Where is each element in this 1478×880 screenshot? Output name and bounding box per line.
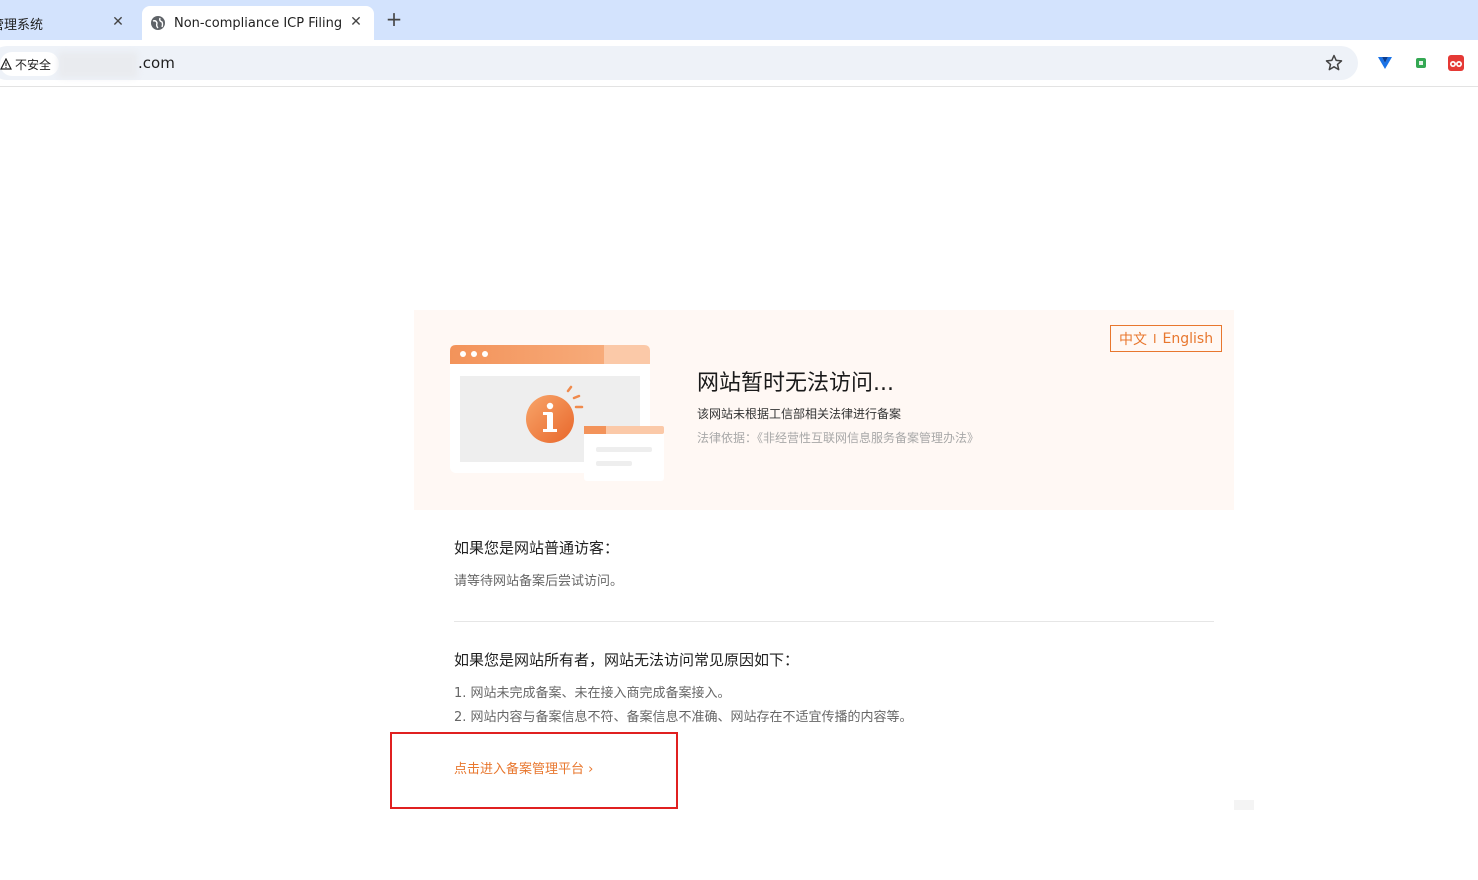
visitor-text: 请等待网站备案后尝试访问。	[454, 574, 624, 589]
extension-icon[interactable]	[1376, 54, 1394, 72]
decorative-mark	[1234, 800, 1254, 810]
extension-icon[interactable]	[1447, 54, 1465, 72]
browser-toolbar: 不安全 .com	[0, 40, 1478, 87]
new-tab-button[interactable]: +	[384, 9, 404, 30]
globe-icon	[150, 15, 166, 31]
star-icon[interactable]	[1324, 53, 1344, 73]
redacted-hostname	[58, 52, 138, 78]
security-indicator[interactable]: 不安全	[0, 52, 60, 76]
warning-icon	[0, 58, 12, 70]
notice-banner: 中文 I English 网站暂时无法访问... 该网站未根据工信部相关法律进行…	[414, 310, 1234, 510]
close-icon[interactable]: ✕	[348, 14, 364, 30]
page-title: 网站暂时无法访问...	[697, 371, 894, 396]
tab-non-compliance-icp-filing[interactable]: Non-compliance ICP Filing ✕	[142, 6, 374, 40]
tab-strip: 管理系统 ✕ Non-compliance ICP Filing ✕ +	[0, 0, 1478, 40]
language-switch[interactable]: 中文 I English	[1110, 325, 1223, 352]
lang-zh-option[interactable]: 中文	[1119, 329, 1147, 349]
url-text[interactable]: .com	[138, 54, 175, 72]
info-window-illustration	[450, 345, 664, 481]
lang-separator: I	[1153, 331, 1157, 346]
address-bar[interactable]	[0, 46, 1358, 80]
banner-description: 该网站未根据工信部相关法律进行备案	[697, 407, 902, 421]
tab-title: 管理系统	[0, 17, 44, 33]
extension-icon[interactable]	[1412, 54, 1430, 72]
tab-management-system[interactable]: 管理系统 ✕	[0, 6, 136, 40]
highlight-annotation-box	[390, 732, 678, 809]
reason-item-2: 2. 网站内容与备案信息不符、备案信息不准确、网站存在不适宜传播的内容等。	[454, 710, 913, 725]
close-icon[interactable]: ✕	[110, 14, 126, 30]
divider	[454, 621, 1214, 622]
security-label: 不安全	[15, 57, 52, 72]
reason-item-1: 1. 网站未完成备案、未在接入商完成备案接入。	[454, 686, 731, 701]
legal-basis: 法律依据：《非经营性互联网信息服务备案管理办法》	[697, 431, 980, 445]
tab-title: Non-compliance ICP Filing	[174, 15, 343, 31]
lang-en-option[interactable]: English	[1163, 331, 1214, 347]
owner-heading: 如果您是网站所有者，网站无法访问常见原因如下：	[454, 651, 800, 669]
visitor-heading: 如果您是网站普通访客：	[454, 539, 620, 557]
